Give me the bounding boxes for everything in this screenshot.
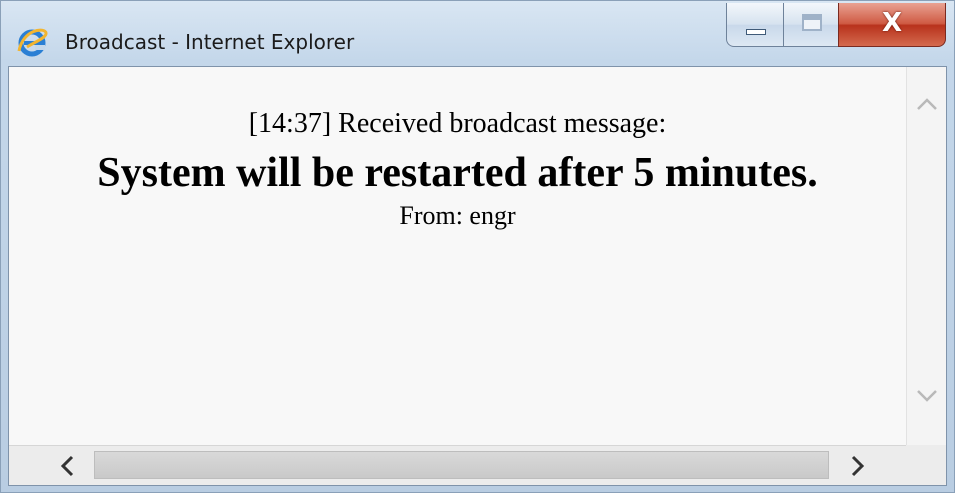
- internet-explorer-icon: [15, 25, 49, 59]
- window-title: Broadcast - Internet Explorer: [65, 30, 355, 54]
- close-icon: X: [881, 8, 903, 38]
- broadcast-headline: System will be restarted after 5 minutes…: [97, 150, 818, 196]
- browser-window: Broadcast - Internet Explorer X [14:37] …: [0, 0, 955, 493]
- scrollbar-corner: [906, 445, 946, 485]
- minimize-button[interactable]: [726, 3, 784, 47]
- scroll-left-icon[interactable]: [53, 448, 83, 484]
- close-button[interactable]: X: [838, 3, 946, 47]
- title-bar[interactable]: Broadcast - Internet Explorer X: [1, 1, 955, 63]
- broadcast-message: [14:37] Received broadcast message: Syst…: [9, 107, 906, 231]
- maximize-button[interactable]: [783, 3, 839, 47]
- scroll-down-icon[interactable]: [907, 385, 947, 410]
- minimize-icon: [746, 29, 766, 35]
- content-frame: [14:37] Received broadcast message: Syst…: [8, 66, 947, 486]
- page-viewport: [14:37] Received broadcast message: Syst…: [9, 67, 906, 445]
- horizontal-scrollbar[interactable]: [9, 445, 946, 485]
- sender-line: From: engr: [399, 201, 516, 230]
- scroll-up-icon[interactable]: [907, 93, 947, 118]
- caption-buttons: X: [726, 3, 946, 47]
- vertical-scrollbar[interactable]: [906, 67, 946, 445]
- horizontal-scroll-thumb[interactable]: [94, 451, 829, 479]
- maximize-icon: [802, 14, 822, 31]
- received-line: [14:37] Received broadcast message:: [248, 108, 667, 139]
- scroll-right-icon[interactable]: [842, 448, 872, 484]
